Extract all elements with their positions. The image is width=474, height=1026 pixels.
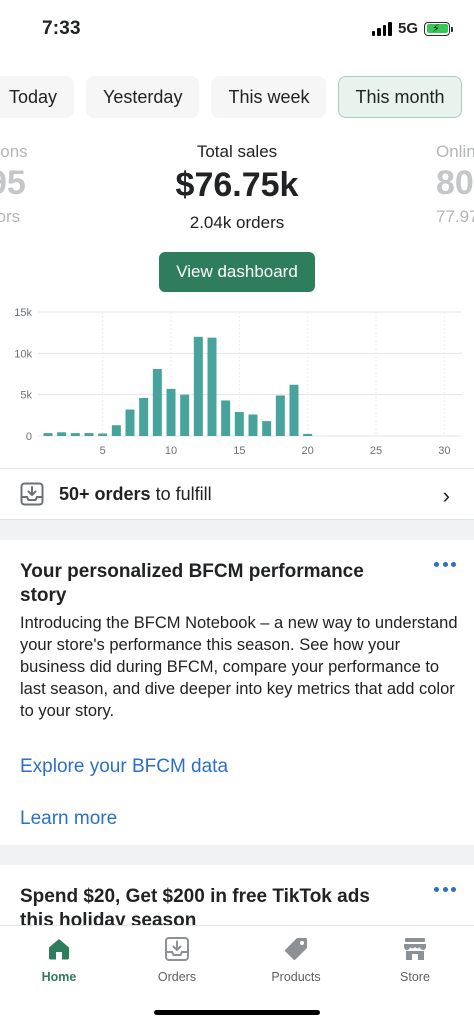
chart-bar — [221, 400, 231, 436]
y-tick-label: 10k — [14, 348, 32, 360]
tiktok-ads-card: Spend $20, Get $200 in free TikTok ads t… — [0, 865, 474, 925]
sales-chart-svg: 0 5k 10k 15k 5 10 15 20 25 30 — [14, 307, 462, 457]
card-body: Introducing the BFCM Notebook – a new wa… — [20, 614, 458, 720]
more-options-icon[interactable] — [434, 562, 456, 568]
status-bar: 7:33 5G ⚡ — [0, 0, 474, 60]
nav-products[interactable]: Products — [237, 936, 355, 984]
home-indicator — [154, 1010, 320, 1015]
chart-bar — [180, 394, 190, 436]
x-tick-label: 20 — [302, 445, 314, 457]
chart-bar — [289, 384, 299, 436]
metric-label: Onlin — [436, 142, 474, 161]
status-time: 7:33 — [42, 18, 81, 39]
chart-bar — [275, 395, 285, 436]
card-title: Spend $20, Get $200 in free TikTok ads t… — [20, 886, 370, 925]
nav-label: Home — [41, 970, 77, 984]
nav-home[interactable]: Home — [0, 936, 118, 984]
nav-label: Products — [271, 970, 321, 984]
chart-bar — [207, 337, 217, 436]
chart-bar — [111, 425, 121, 436]
sales-chart: 0 5k 10k 15k 5 10 15 20 25 30 — [0, 302, 474, 464]
chart-bar — [57, 432, 67, 436]
explore-bfcm-link[interactable]: Explore your BFCM data — [20, 756, 228, 778]
network-label: 5G — [397, 20, 418, 37]
orders-to-fulfill-row[interactable]: 50+ orders to fulfill › — [0, 468, 474, 520]
chart-bar — [139, 397, 149, 436]
chart-bar — [193, 336, 203, 436]
battery-icon: ⚡ — [424, 21, 453, 36]
x-tick-label: 30 — [438, 445, 450, 457]
orders-icon — [165, 937, 189, 961]
chart-bar — [166, 388, 176, 436]
x-tick-label: 25 — [370, 445, 382, 457]
orders-suffix: to fulfill — [150, 484, 212, 504]
home-icon — [49, 939, 69, 960]
tab-this-month[interactable]: This month — [338, 76, 462, 118]
learn-more-link[interactable]: Learn more — [20, 808, 117, 830]
card-title: Your personalized BFCM performance story — [20, 561, 364, 606]
nav-orders[interactable]: Orders — [118, 936, 236, 984]
orders-count: 50+ orders — [59, 484, 151, 504]
y-tick-label: 15k — [14, 307, 32, 319]
chart-bar — [303, 433, 313, 436]
metric-total-sales: Total sales $76.75k 2.04k orders — [0, 142, 474, 233]
y-tick-label: 5k — [20, 390, 32, 402]
products-tag-icon — [285, 938, 307, 960]
chart-bar — [234, 412, 244, 436]
metric-online-partial[interactable]: Onlin 80 77.97 — [436, 142, 474, 227]
chart-bar — [84, 433, 94, 436]
chart-bar — [98, 433, 108, 436]
metric-label: Total sales — [196, 142, 278, 161]
metric-sub: 77.97 — [436, 207, 474, 226]
signal-icon — [371, 21, 392, 36]
chart-bar — [43, 433, 53, 436]
x-tick-label: 10 — [165, 445, 177, 457]
y-tick-label: 0 — [26, 431, 32, 443]
tab-this-week[interactable]: This week — [211, 76, 327, 118]
chart-bar — [70, 433, 80, 436]
nav-label: Orders — [157, 970, 197, 984]
tab-today[interactable]: Today — [0, 76, 75, 118]
period-tabs: Today Yesterday This week This month — [0, 76, 462, 118]
chart-bar — [262, 421, 272, 436]
view-dashboard-button[interactable]: View dashboard — [159, 252, 315, 292]
x-tick-label: 15 — [233, 445, 245, 457]
x-tick-label: 5 — [100, 445, 106, 457]
chart-bar — [152, 369, 162, 436]
chart-bar — [125, 409, 135, 436]
metric-value: 80 — [436, 164, 474, 202]
store-icon — [404, 938, 426, 960]
metric-sub: 2.04k orders — [189, 213, 285, 232]
nav-store[interactable]: Store — [356, 936, 474, 984]
nav-label: Store — [400, 970, 430, 984]
tab-yesterday[interactable]: Yesterday — [86, 76, 200, 118]
bfcm-card: Your personalized BFCM performance story… — [0, 540, 474, 845]
section-divider — [0, 845, 474, 865]
metric-value: $76.75k — [175, 166, 299, 204]
chart-bar — [248, 414, 258, 436]
chevron-right-icon: › — [442, 483, 450, 508]
section-divider — [0, 520, 474, 540]
more-options-icon[interactable] — [434, 887, 456, 893]
orders-tray-icon — [20, 482, 44, 506]
